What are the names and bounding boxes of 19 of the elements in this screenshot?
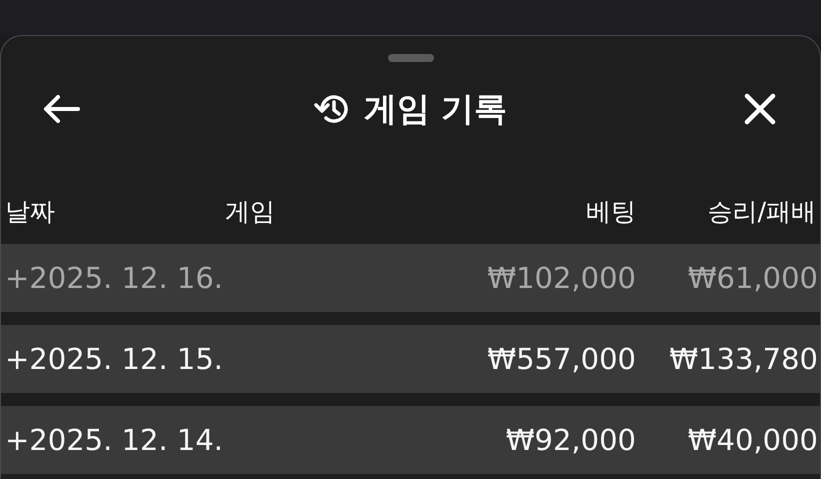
sheet-title: 게임 기록 — [364, 88, 508, 130]
result-cell-text: ₩133,780 — [668, 342, 818, 376]
bet-cell-text: ₩102,000 — [486, 261, 636, 295]
back-arrow-icon — [42, 94, 80, 124]
date-cell-text: +2025. 12. 16. — [5, 261, 224, 295]
drag-handle[interactable] — [388, 54, 434, 62]
history-row[interactable]: +2025. 12. 14. ₩92,000 ₩40,000 — [1, 406, 820, 474]
bet-cell-text: ₩92,000 — [504, 423, 636, 457]
close-icon — [743, 92, 777, 126]
column-header: 승리/패배 — [706, 196, 816, 228]
date-cell-text: +2025. 12. 14. — [5, 423, 224, 457]
history-row[interactable]: +2025. 12. 15. ₩557,000 ₩133,780 — [1, 325, 820, 393]
result-cell-text: ₩40,000 — [686, 423, 818, 457]
result-cell-text: ₩61,000 — [686, 261, 818, 295]
column-header: 게임 — [225, 196, 276, 228]
bet-cell-text: ₩557,000 — [486, 342, 636, 376]
column-header: 베팅 — [585, 196, 636, 228]
column-header: 날짜 — [5, 196, 56, 228]
date-cell-text: +2025. 12. 15. — [5, 342, 224, 376]
